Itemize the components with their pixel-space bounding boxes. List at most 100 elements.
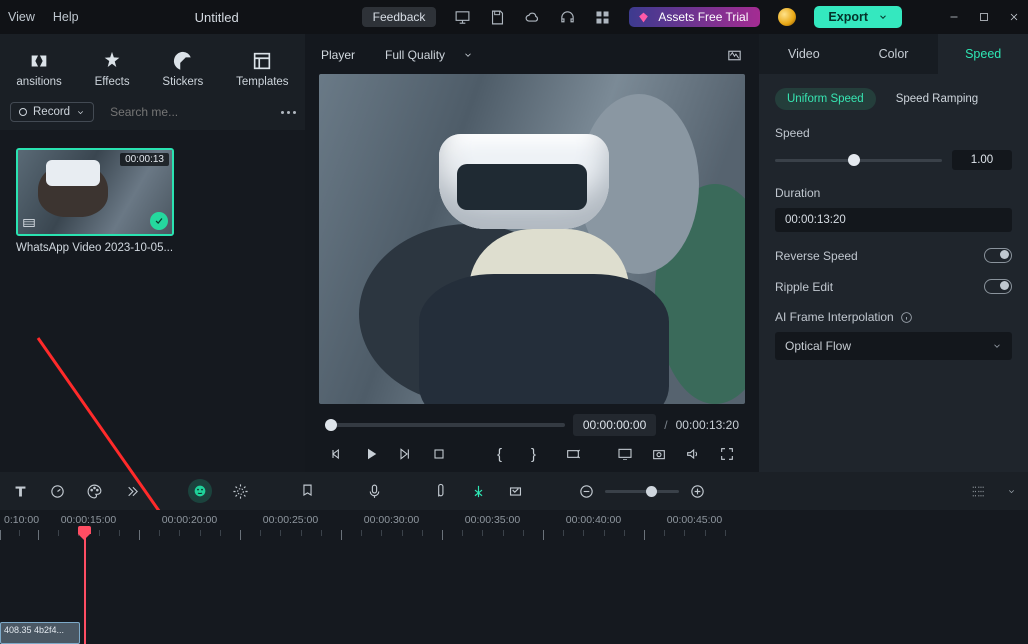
playhead-line (84, 530, 86, 644)
menu-view[interactable]: View (8, 10, 35, 24)
ai-tool-highlight[interactable] (188, 479, 212, 503)
timeline[interactable]: 0:10:00 00:00:15:00 00:00:20:00 00:00:25… (0, 510, 1028, 644)
timeline-ruler: 0:10:00 00:00:15:00 00:00:20:00 00:00:25… (0, 514, 1028, 526)
subtab-uniform[interactable]: Uniform Speed (775, 88, 876, 110)
info-icon[interactable] (900, 311, 913, 324)
headphones-icon[interactable] (559, 9, 576, 26)
zoom-slider[interactable] (605, 490, 679, 493)
stop-icon[interactable] (431, 446, 447, 462)
play-icon[interactable] (363, 446, 379, 462)
media-tabs: ansitions Effects Stickers Templates (0, 34, 305, 94)
player-tab[interactable]: Player (321, 48, 355, 62)
maximize-icon[interactable] (978, 11, 990, 23)
ripple-label: Ripple Edit (775, 280, 833, 294)
ripple-toggle[interactable] (984, 279, 1012, 294)
timeline-zoom (578, 483, 706, 500)
scrub-bar-row: 00:00:00:00 / 00:00:13:20 (313, 404, 751, 440)
reverse-toggle[interactable] (984, 248, 1012, 263)
assets-label: Assets Free Trial (658, 10, 748, 24)
expand-tools-icon[interactable] (123, 483, 140, 500)
snapshot-icon[interactable] (726, 47, 743, 64)
tab-label: Stickers (162, 76, 203, 88)
close-icon[interactable] (1008, 11, 1020, 23)
stickers-icon (172, 50, 194, 72)
speed-value[interactable]: 1.00 (952, 150, 1012, 170)
tab-video[interactable]: Video (759, 34, 849, 74)
track-options-icon[interactable] (970, 483, 987, 500)
ruler-mark: 0:10:00 (0, 514, 38, 526)
duration-field[interactable]: 00:00:13:20 (775, 208, 1012, 232)
export-button[interactable]: Export (814, 6, 902, 28)
zoom-knob[interactable] (646, 486, 657, 497)
ruler-mark: 00:00:15:00 (38, 514, 139, 526)
chevron-down-icon (878, 12, 888, 22)
camera-icon[interactable] (651, 446, 667, 462)
minimize-icon[interactable] (948, 11, 960, 23)
tab-effects[interactable]: Effects (95, 50, 130, 88)
prev-frame-icon[interactable] (329, 446, 345, 462)
title-bar: View Help Untitled Feedback Assets Free … (0, 0, 1028, 34)
speed-panel: Uniform Speed Speed Ramping Speed 1.00 D… (759, 74, 1028, 472)
subtab-ramping[interactable]: Speed Ramping (884, 88, 990, 110)
video-preview[interactable] (319, 74, 745, 404)
cloud-icon[interactable] (524, 9, 541, 26)
enhance-icon[interactable] (232, 483, 249, 500)
diamond-icon (637, 11, 650, 24)
clip-thumbnail[interactable]: 00:00:13 (16, 148, 174, 236)
audio-tool-icon[interactable] (433, 483, 450, 500)
aspect-icon[interactable] (565, 446, 581, 462)
profile-orb-icon[interactable] (778, 8, 796, 26)
effects-icon (101, 50, 123, 72)
cut-icon[interactable] (470, 483, 487, 500)
chevron-down-icon (463, 50, 473, 60)
tab-color[interactable]: Color (849, 34, 939, 74)
chevron-down-icon[interactable] (1007, 487, 1016, 496)
marker-in-icon[interactable]: { (497, 446, 513, 462)
grid-icon[interactable] (594, 9, 611, 26)
color-tool-icon[interactable] (86, 483, 103, 500)
volume-icon[interactable] (685, 446, 701, 462)
export-label: Export (828, 10, 868, 24)
slider-knob[interactable] (848, 154, 860, 166)
scrub-track[interactable] (325, 423, 565, 427)
record-dot-icon (19, 108, 27, 116)
crop-icon[interactable] (507, 483, 524, 500)
speed-tool-icon[interactable] (49, 483, 66, 500)
marker-out-icon[interactable]: } (531, 446, 547, 462)
display-icon[interactable] (617, 446, 633, 462)
mic-icon[interactable] (366, 483, 383, 500)
aiframe-select[interactable]: Optical Flow (775, 332, 1012, 360)
media-toolbar: Record (0, 94, 305, 130)
filmstrip-icon (22, 216, 36, 230)
main-content: ansitions Effects Stickers Templates Rec… (0, 34, 1028, 472)
tab-templates[interactable]: Templates (236, 50, 288, 88)
feedback-button[interactable]: Feedback (362, 7, 437, 27)
zoom-in-icon[interactable] (689, 483, 706, 500)
tab-speed[interactable]: Speed (938, 34, 1028, 74)
speed-slider[interactable] (775, 159, 942, 162)
quality-dropdown[interactable]: Full Quality (385, 48, 473, 62)
monitor-icon[interactable] (454, 9, 471, 26)
assets-trial-button[interactable]: Assets Free Trial (629, 7, 760, 27)
fullscreen-icon[interactable] (719, 446, 735, 462)
ruler-mark: 00:00:40:00 (543, 514, 644, 526)
menu-help[interactable]: Help (53, 10, 79, 24)
save-icon[interactable] (489, 9, 506, 26)
timeline-clip[interactable]: 408.35 4b2f4... (0, 622, 80, 644)
marker-icon[interactable] (299, 483, 316, 500)
record-dropdown[interactable]: Record (10, 102, 94, 122)
aiframe-value: Optical Flow (785, 339, 851, 353)
quality-label: Full Quality (385, 48, 445, 62)
text-tool-icon[interactable] (12, 483, 29, 500)
current-timecode[interactable]: 00:00:00:00 (573, 414, 656, 436)
total-timecode: 00:00:13:20 (676, 418, 739, 432)
search-input[interactable] (110, 105, 265, 119)
inspector-tabs: Video Color Speed (759, 34, 1028, 74)
more-icon[interactable] (281, 111, 296, 114)
tab-transitions[interactable]: ansitions (16, 50, 61, 88)
scrub-knob[interactable] (325, 419, 337, 431)
clip-duration-badge: 00:00:13 (120, 153, 169, 166)
zoom-out-icon[interactable] (578, 483, 595, 500)
tab-stickers[interactable]: Stickers (162, 50, 203, 88)
play-next-icon[interactable] (397, 446, 413, 462)
